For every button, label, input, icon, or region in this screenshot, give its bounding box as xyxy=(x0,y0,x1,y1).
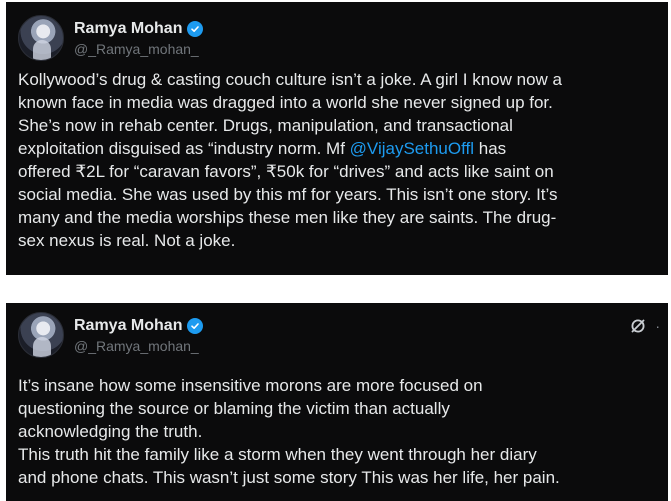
tweet-line-text: has xyxy=(474,139,507,158)
tweet-line-text: questioning the source or blaming the vi… xyxy=(18,399,450,418)
tweet-line: acknowledging the truth. xyxy=(18,420,668,443)
tweet-card-1[interactable]: Ramya Mohan @_Ramya_mohan_ Kollywood’s d… xyxy=(6,2,668,275)
tweet-actions-top: · xyxy=(629,317,660,335)
tweet-line: sex nexus is real. Not a joke. xyxy=(18,229,668,252)
tweet-line-text: and phone chats. This wasn’t just some s… xyxy=(18,468,560,487)
tweet-line: known face in media was dragged into a w… xyxy=(18,91,668,114)
tweet-line-text: acknowledging the truth. xyxy=(18,422,203,441)
tweet-line-text: It’s insane how some insensitive morons … xyxy=(18,376,483,395)
more-icon[interactable]: · xyxy=(655,319,660,333)
mention-link[interactable]: @VijaySethuOffl xyxy=(350,139,474,158)
author-name[interactable]: Ramya Mohan xyxy=(74,19,182,39)
tweet-header: Ramya Mohan @_Ramya_mohan_ xyxy=(18,309,204,361)
tweet-line-text: sex nexus is real. Not a joke. xyxy=(18,231,236,250)
author-name[interactable]: Ramya Mohan xyxy=(74,316,182,336)
author-info: Ramya Mohan @_Ramya_mohan_ xyxy=(74,19,204,58)
author-handle[interactable]: @_Ramya_mohan_ xyxy=(74,337,203,355)
screenshot-collage: Ramya Mohan @_Ramya_mohan_ Kollywood’s d… xyxy=(0,0,671,501)
verified-badge-icon xyxy=(187,20,204,37)
tweet-header: Ramya Mohan @_Ramya_mohan_ xyxy=(18,12,204,64)
tweet-line-text: known face in media was dragged into a w… xyxy=(18,93,553,112)
verified-badge-icon xyxy=(187,317,204,334)
grok-icon[interactable] xyxy=(629,317,647,335)
tweet-line: questioning the source or blaming the vi… xyxy=(18,397,668,420)
tweet-line: She’s now in rehab center. Drugs, manipu… xyxy=(18,114,668,137)
tweet-line-text: This truth hit the family like a storm w… xyxy=(18,445,537,464)
tweet-line-text: many and the media worships these men li… xyxy=(18,208,557,227)
tweet-line: Kollywood’s drug & casting couch culture… xyxy=(18,68,668,91)
tweet-line: many and the media worships these men li… xyxy=(18,206,668,229)
author-name-row[interactable]: Ramya Mohan xyxy=(74,316,204,336)
avatar[interactable] xyxy=(18,15,64,61)
tweet-line: social media. She was used by this mf fo… xyxy=(18,183,668,206)
avatar[interactable] xyxy=(18,312,64,358)
tweet-card-2[interactable]: Ramya Mohan @_Ramya_mohan_ · It’s insane… xyxy=(6,303,668,501)
tweet-line: and phone chats. This wasn’t just some s… xyxy=(18,466,668,489)
author-name-row[interactable]: Ramya Mohan xyxy=(74,19,204,39)
author-handle[interactable]: @_Ramya_mohan_ xyxy=(74,40,203,58)
tweet-line-text: offered ₹2L for “caravan favors”, ₹50k f… xyxy=(18,162,554,181)
author-info: Ramya Mohan @_Ramya_mohan_ xyxy=(74,316,204,355)
tweet-text: It’s insane how some insensitive morons … xyxy=(18,374,668,489)
tweet-line-text: exploitation disguised as “industry norm… xyxy=(18,139,350,158)
tweet-line-text: social media. She was used by this mf fo… xyxy=(18,185,558,204)
tweet-line-text: Kollywood’s drug & casting couch culture… xyxy=(18,70,562,89)
tweet-text: Kollywood’s drug & casting couch culture… xyxy=(18,68,668,252)
tweet-line-text: She’s now in rehab center. Drugs, manipu… xyxy=(18,116,513,135)
tweet-line: exploitation disguised as “industry norm… xyxy=(18,137,668,160)
tweet-line: This truth hit the family like a storm w… xyxy=(18,443,668,466)
tweet-line: It’s insane how some insensitive morons … xyxy=(18,374,668,397)
tweet-line: offered ₹2L for “caravan favors”, ₹50k f… xyxy=(18,160,668,183)
